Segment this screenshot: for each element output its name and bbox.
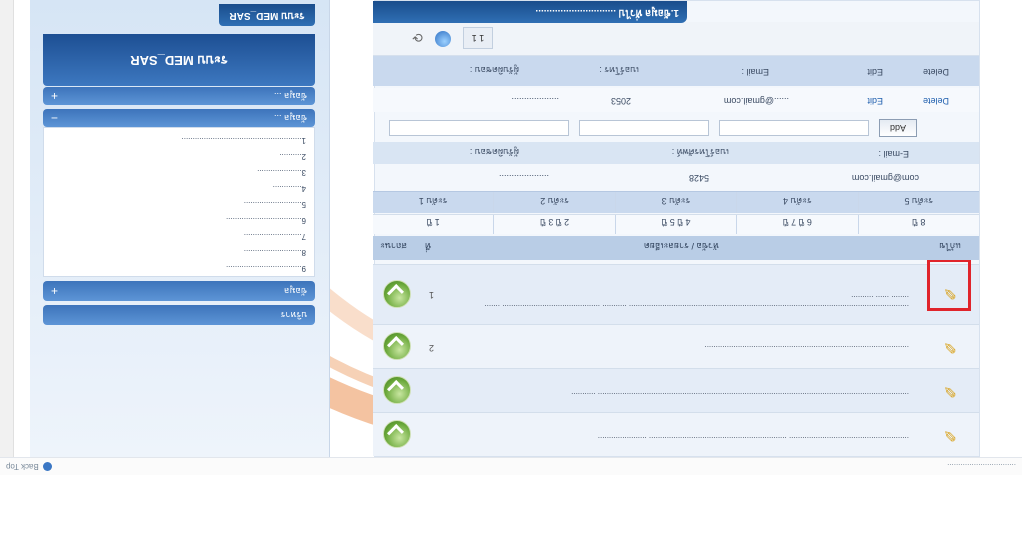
sidebar-section-label: ข้อมูล ... (273, 113, 307, 123)
edit-header: Edit (867, 67, 883, 77)
sidebar-item[interactable]: 1.......................................… (44, 132, 314, 148)
grid-cell: 4 ปี 5 ปี (614, 215, 737, 234)
sidebar-item[interactable]: 5.......................... (44, 196, 314, 212)
sidebar-section-label: ข้อมูล (283, 286, 307, 296)
check-icon (383, 280, 411, 308)
delete-link[interactable]: Delete (923, 96, 949, 106)
page-number[interactable]: 1 1 (463, 27, 493, 49)
grid-cell: 6 ปี 7 ปี (736, 215, 858, 234)
contact-name: .................... (498, 173, 549, 183)
sidebar-item[interactable]: 8.......................... (44, 244, 314, 260)
contact-values-row: com@gmail.com 5428 .................... (373, 166, 979, 188)
contact-email: com@gmail.com (851, 173, 919, 183)
row-description: ........................................… (704, 344, 909, 353)
status-left-text: ............................... (947, 462, 1016, 471)
person-email: ......@gmail.com (723, 96, 789, 106)
sidebar-item[interactable]: 6.................................. (44, 212, 314, 228)
table-row: ✎ ......................................… (373, 264, 979, 324)
browser-status-bar: ............................... Back Top (0, 457, 1022, 475)
sidebar-section-top[interactable]: + ข้อมูล ... (43, 87, 315, 105)
phone-label: เบอร์โทรศัพท์ : (671, 147, 729, 157)
sidebar-brand: ระบบ MED_SAR (43, 34, 315, 86)
sidebar-section-label: บริหาร (280, 310, 307, 320)
row-description: ........................................… (597, 435, 909, 444)
app-title-tab[interactable]: ระบบ MED_SAR (219, 4, 315, 26)
main-content-panel: ✎ ......................................… (373, 0, 980, 457)
col-status-header: สถานะ (380, 241, 407, 251)
back-to-top-link[interactable]: Back Top (6, 462, 52, 471)
phone-header: เบอร์โทร : (599, 65, 639, 75)
owner-input[interactable] (389, 120, 569, 136)
person-header-row: Delete Edit Email : เบอร์โทร : ผู้รับผิด… (373, 56, 979, 86)
email-header: Email : (741, 67, 769, 77)
email-input[interactable] (719, 120, 869, 136)
sidebar: บริหาร + ข้อมูล 9.......................… (30, 0, 330, 457)
col-title-header: หัวข้อ / รายละเอียด (643, 241, 719, 251)
row-description: ........................................… (484, 294, 909, 312)
minus-icon: − (51, 111, 59, 125)
plus-icon: + (51, 89, 59, 103)
col-action-header: แก้ไข (939, 241, 961, 251)
check-icon (383, 420, 411, 448)
grid-cell: ระดับ 1 (418, 196, 448, 206)
grid-cell: ระดับ 2 (493, 192, 615, 213)
sidebar-section-data[interactable]: + ข้อมูล (43, 281, 315, 301)
edit-pencil-icon[interactable]: ✎ (939, 380, 961, 402)
levels-row: ระดับ 5 ระดับ 4 ระดับ 3 ระดับ 2 ระดับ 1 (373, 191, 979, 213)
phone-input[interactable] (579, 120, 709, 136)
years-row: 8 ปี 6 ปี 7 ปี 4 ปี 5 ปี 2 ปี 3 ปี 1 ปี (373, 214, 979, 234)
grid-cell: ระดับ 3 (614, 192, 737, 213)
owner-header: ผู้รับผิดชอบ : (469, 65, 519, 75)
sidebar-section-mid[interactable]: − ข้อมูล ... (43, 109, 315, 127)
grid-cell: ระดับ 4 (736, 192, 858, 213)
table-row: ✎ ......................................… (373, 412, 979, 456)
edit-link[interactable]: Edit (867, 96, 883, 106)
row-description: ........................................… (571, 391, 909, 400)
sidebar-section-admin[interactable]: บริหาร (43, 305, 315, 325)
delete-header: Delete (922, 67, 949, 77)
add-button[interactable]: Add (879, 119, 917, 137)
globe-icon[interactable] (435, 31, 451, 47)
owner-label: ผู้รับผิดชอบ : (469, 147, 519, 157)
row-number: 1 (428, 290, 434, 300)
back-to-top-label: Back Top (6, 462, 39, 471)
table-row: ✎ ......................................… (373, 368, 979, 412)
section-title: 1.ข้อมูล ทั่วไป ........................… (373, 1, 687, 23)
contact-labels-row: E-mail : เบอร์โทรศัพท์ : ผู้รับผิดชอบ : (373, 142, 979, 164)
sidebar-item[interactable]: 3.................... (44, 164, 314, 180)
sidebar-list: 9.................................. 8...… (43, 127, 315, 277)
person-row: Delete Edit ......@gmail.com 2053 ......… (373, 88, 979, 112)
sidebar-section-label: ข้อมูล ... (273, 91, 307, 101)
person-phone: 2053 (610, 96, 631, 106)
email-label: E-mail : (878, 149, 909, 159)
col-no-header: ที่ (425, 241, 431, 251)
sidebar-item[interactable]: 7.......................... (44, 228, 314, 244)
sidebar-item[interactable]: 2.......... (44, 148, 314, 164)
sidebar-item[interactable]: 4............. (44, 180, 314, 196)
grid-cell: ระดับ 5 (857, 192, 979, 213)
grid-cell: 1 ปี (426, 217, 440, 227)
highlight-box (927, 259, 971, 311)
plus-icon: + (51, 284, 59, 298)
info-icon (42, 462, 52, 471)
table-header: แก้ไข หัวข้อ / รายละเอียด ที่ สถานะ (373, 236, 979, 260)
sidebar-item[interactable]: 9.................................. (44, 260, 314, 276)
edit-pencil-icon[interactable]: ✎ (939, 336, 961, 358)
scrollbar[interactable] (0, 0, 14, 457)
pager: ⟳ 1 1 (373, 22, 979, 56)
check-icon (383, 376, 411, 404)
person-name: ................... (511, 96, 559, 106)
contact-phone: 5428 (688, 173, 709, 183)
grid-cell: 2 ปี 3 ปี (493, 215, 615, 234)
table-row: ✎ ......................................… (373, 324, 979, 368)
refresh-icon[interactable]: ⟳ (412, 29, 423, 45)
grid-cell: 8 ปี (857, 215, 979, 234)
check-icon (383, 332, 411, 360)
row-number: 2 (428, 343, 434, 353)
edit-pencil-icon[interactable]: ✎ (939, 424, 961, 446)
